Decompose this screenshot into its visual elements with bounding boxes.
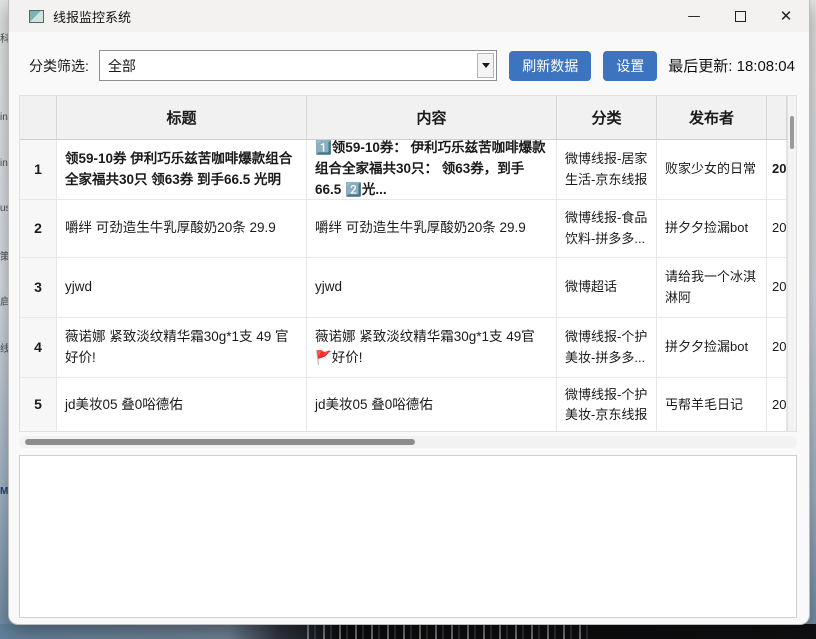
cell-publisher[interactable]: 拼夕夕捡漏bot <box>657 200 767 258</box>
column-header-category[interactable]: 分类 <box>557 96 657 140</box>
window-title: 线报监控系统 <box>53 7 131 26</box>
cell-title[interactable]: 嚼绊 可劲造生牛乳厚酸奶20条 29.9 <box>57 200 307 258</box>
cell-title[interactable]: 领59-10券 伊利巧乐兹苦咖啡爆款组合全家福共30只 领63券 到手66.5 … <box>57 140 307 200</box>
cell-category[interactable]: 微博线报-个护美妆-京东线报 <box>557 378 657 432</box>
table-row[interactable]: 2 嚼绊 可劲造生牛乳厚酸奶20条 29.9 嚼绊 可劲造生牛乳厚酸奶20条 2… <box>20 200 787 258</box>
column-header-content[interactable]: 内容 <box>307 96 557 140</box>
last-update-time: 最后更新: 18:08:04 <box>668 55 795 76</box>
cell-category[interactable]: 微博线报-居家生活-京东线报 <box>557 140 657 200</box>
column-header-title[interactable]: 标题 <box>57 96 307 140</box>
cell-content[interactable]: jd美妆05 叠0唂德佑 <box>307 378 557 432</box>
maximize-button[interactable] <box>717 0 763 32</box>
horizontal-scrollbar[interactable] <box>19 436 797 448</box>
window-controls: — ✕ <box>671 0 809 32</box>
chevron-down-icon[interactable] <box>477 53 494 78</box>
minimize-button[interactable]: — <box>671 0 717 32</box>
row-number: 3 <box>20 258 57 318</box>
cell-publisher[interactable]: 拼夕夕捡漏bot <box>657 318 767 378</box>
cell-title[interactable]: jd美妆05 叠0唂德佑 <box>57 378 307 432</box>
close-button[interactable]: ✕ <box>763 0 809 32</box>
cell-publisher[interactable]: 败家少女的日常 <box>657 140 767 200</box>
cell-content[interactable]: 嚼绊 可劲造生牛乳厚酸奶20条 29.9 <box>307 200 557 258</box>
row-number: 1 <box>20 140 57 200</box>
category-filter-value: 全部 <box>100 56 136 76</box>
desktop-wallpaper-strip <box>0 624 816 639</box>
minimize-icon: — <box>688 9 701 24</box>
toolbar: 分类筛选: 全部 刷新数据 设置 最后更新: 18:08:04 <box>29 49 795 82</box>
table-header-row: 标题 内容 分类 发布者 <box>20 96 787 140</box>
cell-content[interactable]: 薇诺娜 紧致淡纹精华霜30g*1支 49官🚩好价! <box>307 318 557 378</box>
table-row[interactable]: 3 yjwd yjwd 微博超话 请给我一个冰淇淋阿 202 <box>20 258 787 318</box>
vertical-scrollbar-thumb[interactable] <box>790 116 794 149</box>
detail-panel[interactable] <box>19 455 797 618</box>
row-number: 5 <box>20 378 57 432</box>
row-number: 2 <box>20 200 57 258</box>
cell-date[interactable]: 202 <box>767 258 787 318</box>
app-window: 线报监控系统 — ✕ 分类筛选: 全部 刷新数据 设置 最后更新: 18:08:… <box>8 0 810 625</box>
cell-publisher[interactable]: 请给我一个冰淇淋阿 <box>657 258 767 318</box>
cell-category[interactable]: 微博线报-个护美妆-拼多多... <box>557 318 657 378</box>
close-icon: ✕ <box>780 7 793 25</box>
cell-date[interactable]: 202 <box>767 318 787 378</box>
table-grid: 标题 内容 分类 发布者 1 领59-10券 伊利巧乐兹苦咖啡爆款组合全家福共3… <box>20 96 787 432</box>
cell-category[interactable]: 微博超话 <box>557 258 657 318</box>
wallpaper-texture <box>300 624 590 639</box>
vertical-scrollbar[interactable] <box>787 96 796 431</box>
cell-title[interactable]: 薇诺娜 紧致淡纹精华霜30g*1支 49 官好价! <box>57 318 307 378</box>
app-icon <box>29 10 44 23</box>
table-row[interactable]: 4 薇诺娜 紧致淡纹精华霜30g*1支 49 官好价! 薇诺娜 紧致淡纹精华霜3… <box>20 318 787 378</box>
category-filter-label: 分类筛选: <box>29 56 89 76</box>
cell-content[interactable]: 1️⃣领59-10券： 伊利巧乐兹苦咖啡爆款组合全家福共30只： 领63券，到手… <box>307 140 557 200</box>
column-header-date[interactable] <box>767 96 787 140</box>
table-row[interactable]: 1 领59-10券 伊利巧乐兹苦咖啡爆款组合全家福共30只 领63券 到手66.… <box>20 140 787 200</box>
refresh-data-button[interactable]: 刷新数据 <box>509 51 591 81</box>
category-filter-dropdown[interactable]: 全部 <box>99 50 497 81</box>
results-table: 标题 内容 分类 发布者 1 领59-10券 伊利巧乐兹苦咖啡爆款组合全家福共3… <box>19 95 797 432</box>
column-header-publisher[interactable]: 发布者 <box>657 96 767 140</box>
cell-title[interactable]: yjwd <box>57 258 307 318</box>
cell-content[interactable]: yjwd <box>307 258 557 318</box>
column-header-number[interactable] <box>20 96 57 140</box>
maximize-icon <box>735 11 746 22</box>
cell-date[interactable]: 202 <box>767 378 787 432</box>
title-bar: 线报监控系统 — ✕ <box>9 0 809 32</box>
horizontal-scrollbar-thumb[interactable] <box>25 439 415 445</box>
cell-category[interactable]: 微博线报-食品饮料-拼多多... <box>557 200 657 258</box>
cell-publisher[interactable]: 丐帮羊毛日记 <box>657 378 767 432</box>
cell-date[interactable]: 202 <box>767 140 787 200</box>
row-number: 4 <box>20 318 57 378</box>
settings-button[interactable]: 设置 <box>603 51 657 81</box>
cell-date[interactable]: 202 <box>767 200 787 258</box>
table-row[interactable]: 5 jd美妆05 叠0唂德佑 jd美妆05 叠0唂德佑 微博线报-个护美妆-京东… <box>20 378 787 432</box>
